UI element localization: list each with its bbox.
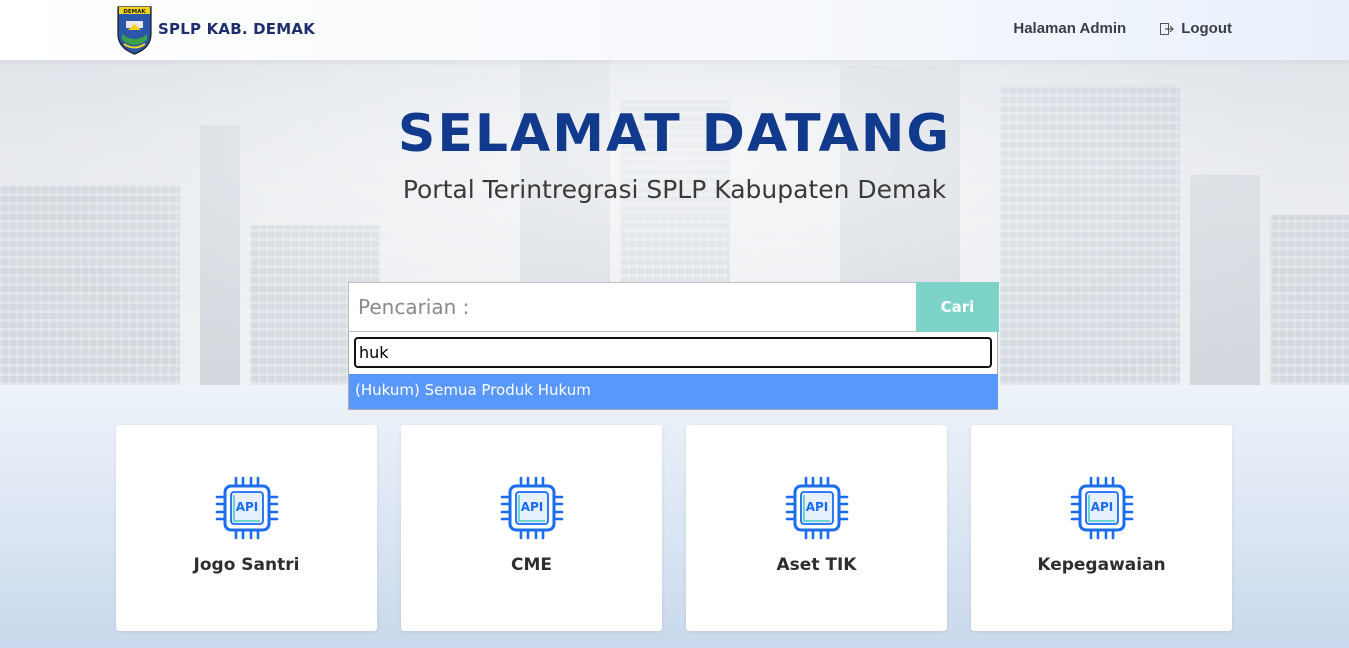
card-label: Aset TIK [776,555,857,575]
svg-text:DEMAK: DEMAK [123,9,146,15]
svg-text:API: API [521,500,544,514]
service-card-jogo-santri[interactable]: API Jogo Santri [116,425,377,631]
svg-text:API: API [1091,500,1114,514]
brand[interactable]: DEMAK SPLP KAB. DEMAK [116,4,315,55]
search-bar: Pencarian : Cari [348,282,999,332]
page-title: SELAMAT DATANG [397,104,952,164]
card-label: Jogo Santri [193,555,300,575]
demak-logo-icon: DEMAK [117,6,152,55]
search-button[interactable]: Cari [916,282,999,332]
nav-admin-link[interactable]: Halaman Admin [1013,20,1126,37]
search-dropdown: (Hukum) Semua Produk Hukum [348,332,998,410]
nav-logout-link[interactable]: Logout [1160,20,1232,37]
nav-admin-label: Halaman Admin [1013,20,1127,37]
search-select[interactable]: Pencarian : [348,282,916,332]
nav-logout-label: Logout [1181,20,1232,37]
api-chip-icon: API [1070,476,1134,540]
navbar: DEMAK SPLP KAB. DEMAK Halaman Admin Logo… [0,0,1349,60]
page-subtitle: Portal Terintregrasi SPLP Kabupaten Dema… [402,175,947,204]
svg-text:API: API [236,500,259,514]
brand-title: SPLP KAB. DEMAK [158,19,316,38]
service-card-kepegawaian[interactable]: API Kepegawaian [971,425,1232,631]
service-card-cme[interactable]: API CME [401,425,662,631]
card-label: Kepegawaian [1037,555,1166,575]
nav-links: Halaman Admin Logout [1013,20,1232,37]
svg-text:API: API [806,500,829,514]
logout-icon [1160,22,1175,35]
api-chip-icon: API [215,476,279,540]
dropdown-search-input[interactable] [354,337,992,368]
dropdown-option[interactable]: (Hukum) Semua Produk Hukum [349,374,998,409]
service-card-aset-tik[interactable]: API Aset TIK [686,425,947,631]
api-chip-icon: API [500,476,564,540]
api-chip-icon: API [785,476,849,540]
card-label: CME [510,555,552,575]
